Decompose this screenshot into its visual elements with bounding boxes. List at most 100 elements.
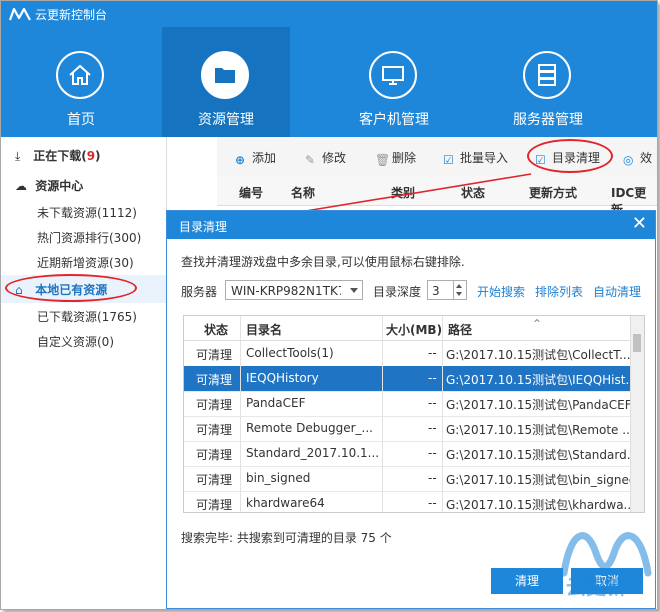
sidebar-item-custom[interactable]: 自定义资源(0) <box>37 333 114 350</box>
depth-stepper[interactable]: 3 <box>427 280 467 300</box>
circle-icon: ◎ <box>623 153 634 167</box>
nav-client-label: 客户机管理 <box>359 112 429 128</box>
sidebar-item-recent[interactable]: 近期新增资源(30) <box>37 254 134 271</box>
vertical-scrollbar[interactable] <box>630 316 644 512</box>
row-size: -- <box>428 346 437 360</box>
col-dir-size[interactable]: 大小(MB) <box>386 321 442 338</box>
app-title: 云更新控制台 <box>35 8 108 22</box>
dir-table-header: 状态 目录名 大小(MB) 路径 ⌃ <box>184 316 630 341</box>
dialog-title: 目录清理 <box>179 220 228 234</box>
row-name: CollectTools(1) <box>246 346 334 360</box>
exclude-list-link[interactable]: 排除列表 <box>535 283 583 300</box>
dialog-title-bar: 目录清理 ✕ <box>167 211 655 239</box>
table-row[interactable]: 可清理 IEQQHistory -- G:\2017.10.15测试包\IEQQ… <box>184 366 630 392</box>
col-divider <box>382 316 383 512</box>
row-path: G:\2017.10.15测试包\CollectT... <box>446 348 630 362</box>
sidebar-item-not-downloaded[interactable]: 未下载资源(1112) <box>37 204 137 221</box>
nav-home[interactable]: 首页 <box>17 27 145 137</box>
pencil-icon: ✎ <box>305 153 316 167</box>
row-size: -- <box>428 396 437 410</box>
nav-server[interactable]: 服务器管理 <box>484 27 612 137</box>
sidebar-downloading[interactable]: ⤓ 正在下载(9) <box>15 147 101 164</box>
nav-home-label: 首页 <box>67 112 95 128</box>
trash-icon: 🗑 <box>375 153 391 167</box>
stepper-down-icon[interactable] <box>456 292 462 296</box>
clean-button[interactable]: 清理 <box>491 568 563 594</box>
auto-clean-link[interactable]: 自动清理 <box>593 283 641 300</box>
server-select[interactable]: WIN-KRP982N1TK7i <box>225 280 363 300</box>
table-row[interactable]: 可清理 CollectTools(1) -- G:\2017.10.15测试包\… <box>184 341 630 367</box>
sidebar: ⤓ 正在下载(9) ☁ 资源中心 未下载资源(1112) 热门资源排行(300)… <box>1 137 167 609</box>
row-status: 可清理 <box>196 348 233 362</box>
nav-client-circle <box>369 51 417 99</box>
sidebar-item-downloaded[interactable]: 已下载资源(1765) <box>37 308 137 325</box>
app-window: 云更新控制台 首页 资源管理 客户机管理 服务器管理 ⤓ 正在下载(9) ☁ 资… <box>0 0 658 610</box>
server-icon <box>538 64 556 86</box>
import-icon: ☑ <box>443 153 454 167</box>
add-button-label: 添加 <box>252 151 277 165</box>
delete-button-label: 删除 <box>392 151 417 165</box>
sidebar-item-hot[interactable]: 热门资源排行(300) <box>37 229 141 246</box>
batch-import-button-label: 批量导入 <box>460 151 509 165</box>
table-row[interactable]: 可清理 bin_signed -- G:\2017.10.15测试包\bin_s… <box>184 466 630 492</box>
server-select-value: WIN-KRP982N1TK7i <box>231 284 341 298</box>
row-status: 可清理 <box>196 373 233 387</box>
effect-button[interactable]: ◎ 效 <box>623 149 653 167</box>
monitor-icon <box>382 66 404 85</box>
row-path: G:\2017.10.15测试包\bin_signed <box>446 473 630 487</box>
nav-resource-label: 资源管理 <box>198 112 254 128</box>
row-path: G:\2017.10.15测试包\Remote ... <box>446 423 630 437</box>
col-divider <box>240 316 241 512</box>
stepper-up-icon[interactable] <box>456 284 462 288</box>
table-row[interactable]: 可清理 Remote Debugger_... -- G:\2017.10.15… <box>184 416 630 442</box>
depth-label: 目录深度 <box>373 285 422 299</box>
folder-icon <box>215 68 235 83</box>
dir-table: 状态 目录名 大小(MB) 路径 ⌃ 可清理 CollectTools(1) -… <box>183 315 645 513</box>
annotation-ellipse-sidebar <box>5 274 137 302</box>
home-icon <box>69 64 91 85</box>
server-label: 服务器 <box>181 285 218 299</box>
batch-import-button[interactable]: ☑ 批量导入 <box>443 149 509 167</box>
add-button[interactable]: ⊕ 添加 <box>235 149 277 167</box>
row-name: khardware64 <box>246 496 325 510</box>
row-size: -- <box>428 496 437 510</box>
col-dir-path[interactable]: 路径 <box>448 321 472 338</box>
cloud-icon: ☁ <box>15 179 27 193</box>
row-name: Remote Debugger_... <box>246 421 373 435</box>
watermark: 云更新 <box>556 513 656 605</box>
nav-server-circle <box>523 51 571 99</box>
col-dir-status[interactable]: 状态 <box>204 321 228 338</box>
row-path: G:\2017.10.15测试包\khardwa... <box>446 498 630 512</box>
row-name: bin_signed <box>246 471 311 485</box>
close-icon[interactable]: ✕ <box>632 215 647 233</box>
sidebar-resource-center[interactable]: ☁ 资源中心 <box>15 177 83 194</box>
col-divider <box>442 316 443 512</box>
sort-arrow-icon: ⌃ <box>532 317 543 331</box>
start-search-link[interactable]: 开始搜索 <box>477 283 525 300</box>
row-path: G:\2017.10.15测试包\IEQQHist... <box>446 373 630 387</box>
sidebar-downloading-suffix: ) <box>95 149 101 163</box>
row-size: -- <box>428 371 437 385</box>
download-icon: ⤓ <box>15 149 21 163</box>
edit-button[interactable]: ✎ 修改 <box>305 149 346 167</box>
nav-resource[interactable]: 资源管理 <box>162 27 290 137</box>
sidebar-downloading-count: 9 <box>86 149 96 163</box>
stepper-buttons[interactable] <box>453 281 466 299</box>
title-bar: 云更新控制台 <box>1 1 657 27</box>
effect-button-label: 效 <box>640 151 653 165</box>
col-dir-name[interactable]: 目录名 <box>246 321 282 338</box>
nav-client[interactable]: 客户机管理 <box>330 27 458 137</box>
row-name: IEQQHistory <box>246 371 319 385</box>
sidebar-resource-center-label: 资源中心 <box>35 179 84 193</box>
annotation-ellipse-toolbar <box>527 139 613 173</box>
row-status: 可清理 <box>196 498 233 512</box>
row-path: G:\2017.10.15测试包\Standard... <box>446 448 630 462</box>
delete-button[interactable]: 🗑 删除 <box>375 149 417 167</box>
watermark-text: 云更新 <box>566 575 626 599</box>
table-row[interactable]: 可清理 PandaCEF -- G:\2017.10.15测试包\PandaCE… <box>184 391 630 417</box>
row-size: -- <box>428 446 437 460</box>
scrollbar-thumb[interactable] <box>633 334 641 352</box>
table-row[interactable]: 可清理 Standard_2017.10.1... -- G:\2017.10.… <box>184 441 630 467</box>
row-size: -- <box>428 421 437 435</box>
table-row[interactable]: 可清理 khardware64 -- G:\2017.10.15测试包\khar… <box>184 491 630 512</box>
